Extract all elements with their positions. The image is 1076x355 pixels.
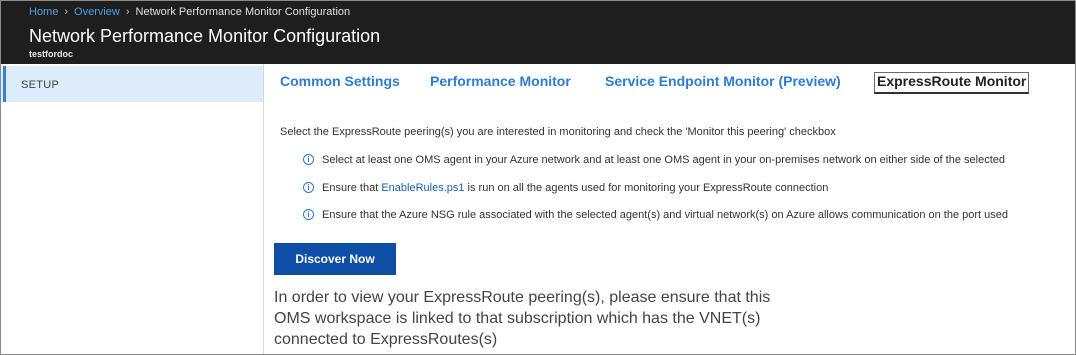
- sidebar-item-setup[interactable]: SETUP: [1, 66, 263, 102]
- note-item: i Select at least one OMS agent in your A…: [303, 154, 1005, 166]
- page-subtitle: testfordoc: [29, 49, 74, 59]
- tab-service-endpoint-monitor[interactable]: Service Endpoint Monitor (Preview): [605, 73, 841, 89]
- tab-performance-monitor[interactable]: Performance Monitor: [430, 73, 571, 89]
- note-suffix: is run on all the agents used for monito…: [464, 182, 829, 194]
- breadcrumb-current: Network Performance Monitor Configuratio…: [135, 6, 351, 18]
- sidebar-item-label: SETUP: [21, 79, 60, 91]
- sidebar: SETUP: [1, 64, 264, 354]
- enable-rules-link[interactable]: EnableRules.ps1: [381, 182, 464, 194]
- info-icon: i: [303, 154, 314, 165]
- instructions-text: Select the ExpressRoute peering(s) you a…: [280, 126, 836, 138]
- window: Home › Overview › Network Performance Monito…: [0, 0, 1076, 355]
- header: Home › Overview › Network Performance Monito…: [1, 1, 1075, 64]
- note-text: Ensure that the Azure NSG rule associate…: [322, 209, 1009, 221]
- note-item: i Ensure that the Azure NSG rule associat…: [303, 209, 1008, 221]
- page-title: Network Performance Monitor Configuratio…: [29, 26, 381, 46]
- tab-bar: Common Settings Performance Monitor Serv…: [264, 64, 1075, 104]
- note-text: Select at least one OMS agent in your Az…: [322, 154, 1005, 166]
- info-message: In order to view your ExpressRoute peeri…: [274, 289, 771, 348]
- tab-common-settings[interactable]: Common Settings: [280, 73, 400, 89]
- chevron-right-icon: ›: [64, 6, 69, 18]
- breadcrumb: Home › Overview › Network Performance Monito…: [29, 6, 350, 18]
- tab-expressroute-monitor[interactable]: ExpressRoute Monitor: [874, 72, 1030, 94]
- info-icon: i: [303, 182, 314, 193]
- info-icon: i: [303, 209, 314, 220]
- discover-now-button[interactable]: Discover Now: [274, 243, 396, 275]
- breadcrumb-home-link[interactable]: Home: [29, 6, 58, 18]
- breadcrumb-overview-link[interactable]: Overview: [74, 6, 120, 18]
- chevron-right-icon: ›: [125, 6, 130, 18]
- note-item: i Ensure that EnableRules.ps1 is run on a…: [303, 182, 828, 194]
- note-prefix: Ensure that: [322, 182, 382, 194]
- selected-indicator: [3, 66, 6, 102]
